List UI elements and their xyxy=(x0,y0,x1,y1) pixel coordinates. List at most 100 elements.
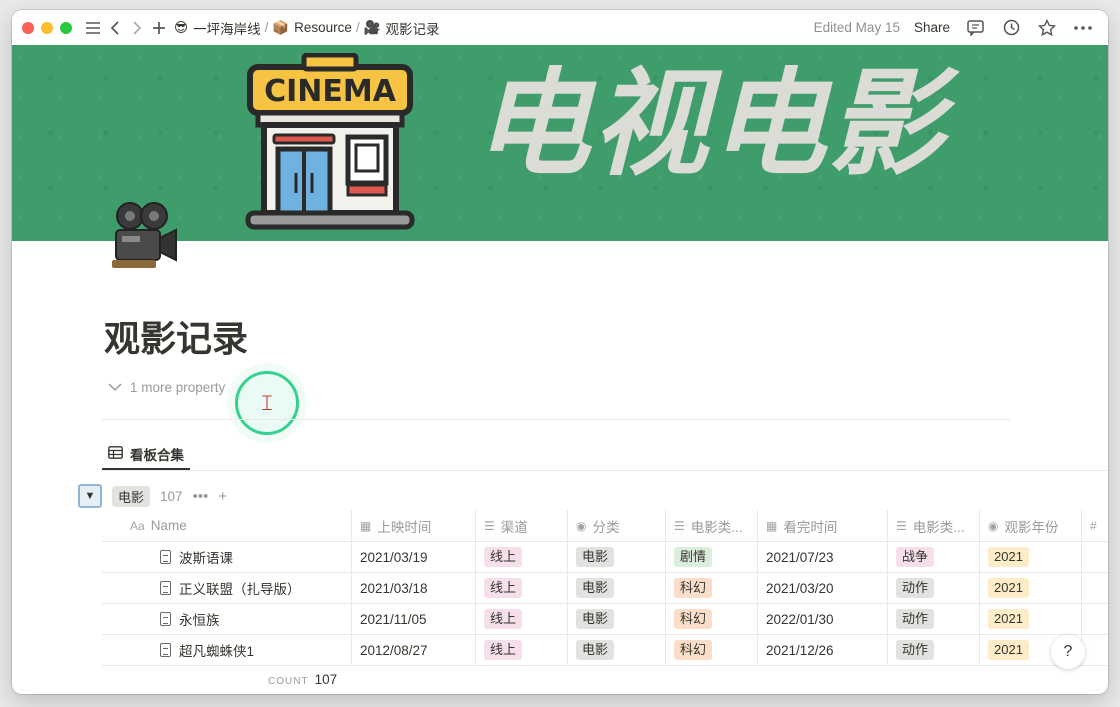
cell-type2[interactable]: 动作 xyxy=(888,573,980,603)
cell-year[interactable]: 2021 xyxy=(980,604,1082,634)
new-page-plus-icon[interactable] xyxy=(148,17,170,39)
breadcrumb-item-resource[interactable]: 📦 Resource xyxy=(272,20,352,36)
cell-category[interactable]: 电影 xyxy=(568,542,666,572)
column-header-finished[interactable]: ▦ 看完时间 xyxy=(758,510,888,541)
cell-number[interactable] xyxy=(1082,604,1108,634)
column-header-type2[interactable]: ☰ 电影类... xyxy=(888,510,980,541)
cell-type1[interactable]: 科幻 xyxy=(666,635,758,665)
zoom-window-button[interactable] xyxy=(60,21,72,34)
table-row[interactable]: 正义联盟（扎导版） 2021/03/18 线上 电影 科幻 2021/03/20… xyxy=(102,573,1108,604)
cell-channel[interactable]: 线上 xyxy=(476,635,568,665)
cell-finished[interactable]: 2022/01/30 xyxy=(758,604,888,634)
cell-name[interactable]: 波斯语课 xyxy=(102,542,352,572)
more-property-toggle[interactable]: 1 more property xyxy=(108,380,225,395)
cell-finished[interactable]: 2021/12/26 xyxy=(758,635,888,665)
cell-release[interactable]: 2021/03/19 xyxy=(352,542,476,572)
help-button[interactable]: ? xyxy=(1051,635,1085,669)
comment-icon[interactable] xyxy=(964,17,986,39)
forward-arrow-icon[interactable] xyxy=(126,17,148,39)
cell-release[interactable]: 2021/11/05 xyxy=(352,604,476,634)
select-icon: ◉ xyxy=(988,518,999,533)
count-value: 107 xyxy=(314,672,338,687)
breadcrumb-label: 观影记录 xyxy=(385,21,440,37)
table-row[interactable]: 超凡蜘蛛侠1 2012/08/27 线上 电影 科幻 2021/12/26 动作… xyxy=(102,635,1108,666)
cell-type2[interactable]: 战争 xyxy=(888,542,980,572)
history-clock-icon[interactable] xyxy=(1000,17,1022,39)
tag-pill: 剧情 xyxy=(674,547,713,567)
table-count-footer[interactable]: COUNT 107 xyxy=(268,672,337,687)
sidebar-menu-icon[interactable] xyxy=(82,17,104,39)
number-property-icon: # xyxy=(1090,518,1097,533)
minimize-window-button[interactable] xyxy=(41,21,53,34)
column-header-label: 看完时间 xyxy=(783,519,838,535)
group-add-icon[interactable]: + xyxy=(218,488,227,505)
date-value: 2012/08/27 xyxy=(360,642,428,658)
tag-pill: 电影 xyxy=(576,609,615,629)
back-arrow-icon[interactable] xyxy=(104,17,126,39)
tag-pill: 2021 xyxy=(988,547,1029,567)
column-header-number[interactable]: # xyxy=(1082,510,1108,541)
date-value: 2021/12/26 xyxy=(766,642,834,658)
cell-channel[interactable]: 线上 xyxy=(476,573,568,603)
favorite-star-icon[interactable] xyxy=(1036,17,1058,39)
tab-board-collection[interactable]: 看板合集 xyxy=(102,440,190,470)
cell-name[interactable]: 永恒族 xyxy=(102,604,352,634)
cell-finished[interactable]: 2021/07/23 xyxy=(758,542,888,572)
cell-name[interactable]: 超凡蜘蛛侠1 xyxy=(102,635,352,665)
column-header-label: Name xyxy=(150,518,187,533)
breadcrumb-item-current[interactable]: 🎥 观影记录 xyxy=(364,18,440,38)
close-window-button[interactable] xyxy=(22,21,34,34)
breadcrumb-label: 一坪海岸线 xyxy=(193,21,261,37)
group-tag: 电影 xyxy=(112,485,151,507)
cell-number[interactable] xyxy=(1082,542,1108,572)
group-more-icon[interactable]: ••• xyxy=(193,488,209,505)
date-value: 2021/03/18 xyxy=(360,580,428,596)
cell-channel[interactable]: 线上 xyxy=(476,542,568,572)
table-row[interactable]: 波斯语课 2021/03/19 线上 电影 剧情 2021/07/23 战争 2… xyxy=(102,542,1108,573)
table-row[interactable]: 永恒族 2021/11/05 线上 电影 科幻 2022/01/30 动作 20… xyxy=(102,604,1108,635)
cell-type2[interactable]: 动作 xyxy=(888,635,980,665)
cell-type2[interactable]: 动作 xyxy=(888,604,980,634)
column-header-release[interactable]: ▦ 上映时间 xyxy=(352,510,476,541)
cell-year[interactable]: 2021 xyxy=(980,573,1082,603)
column-header-year[interactable]: ◉ 观影年份 xyxy=(980,510,1082,541)
movie-camera-emoji-icon: 🎥 xyxy=(363,19,381,35)
row-title: 超凡蜘蛛侠1 xyxy=(179,644,255,659)
cell-number[interactable] xyxy=(1082,635,1108,665)
share-button[interactable]: Share xyxy=(914,20,950,35)
properties-divider xyxy=(102,419,1010,420)
more-options-icon[interactable] xyxy=(1072,17,1094,39)
column-header-name[interactable]: Aa Name xyxy=(102,510,352,541)
text-cursor-icon: 𝙸 xyxy=(259,390,275,415)
cell-finished[interactable]: 2021/03/20 xyxy=(758,573,888,603)
movie-camera-icon[interactable] xyxy=(104,200,180,281)
column-header-channel[interactable]: ☰ 渠道 xyxy=(476,510,568,541)
column-header-type1[interactable]: ☰ 电影类... xyxy=(666,510,758,541)
tag-pill: 线上 xyxy=(484,609,523,629)
page-title[interactable]: 观影记录 xyxy=(104,310,248,362)
cell-type1[interactable]: 科幻 xyxy=(666,573,758,603)
text-cursor-highlight: 𝙸 xyxy=(235,371,299,435)
cell-channel[interactable]: 线上 xyxy=(476,604,568,634)
cell-name[interactable]: 正义联盟（扎导版） xyxy=(102,573,352,603)
cell-type1[interactable]: 科幻 xyxy=(666,604,758,634)
row-title: 正义联盟（扎导版） xyxy=(179,582,301,597)
cell-category[interactable]: 电影 xyxy=(568,573,666,603)
tag-pill: 电影 xyxy=(576,640,615,660)
cell-release[interactable]: 2021/03/18 xyxy=(352,573,476,603)
breadcrumb-item-workspace[interactable]: 😎 一坪海岸线 xyxy=(174,18,261,38)
help-question-icon: ? xyxy=(1063,643,1073,660)
database-table: Aa Name ▦ 上映时间 ☰ 渠道 ◉ 分类 ☰ 电影类... ▦ 看完时间 xyxy=(102,510,1108,666)
cell-category[interactable]: 电影 xyxy=(568,604,666,634)
cell-category[interactable]: 电影 xyxy=(568,635,666,665)
cell-type1[interactable]: 剧情 xyxy=(666,542,758,572)
date-value: 2021/11/05 xyxy=(360,611,427,627)
cell-release[interactable]: 2012/08/27 xyxy=(352,635,476,665)
group-collapse-toggle[interactable]: ▼ xyxy=(78,484,102,508)
breadcrumb-separator: / xyxy=(355,20,360,35)
cell-year[interactable]: 2021 xyxy=(980,542,1082,572)
package-emoji-icon: 📦 xyxy=(272,19,290,35)
cell-number[interactable] xyxy=(1082,573,1108,603)
breadcrumb-label: Resource xyxy=(294,20,352,35)
column-header-category[interactable]: ◉ 分类 xyxy=(568,510,666,541)
